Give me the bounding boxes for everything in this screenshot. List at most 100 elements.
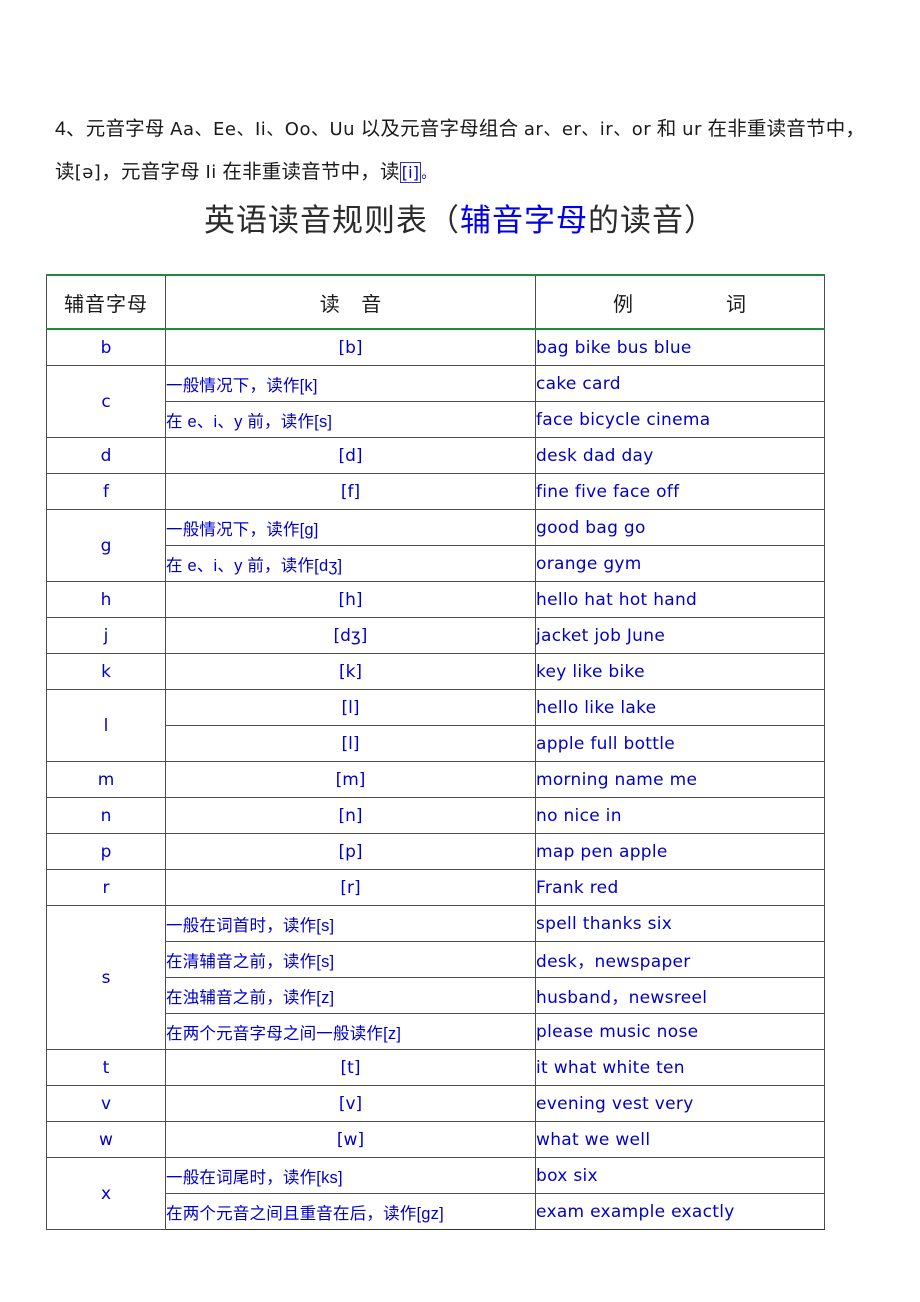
letter-cell-m: m <box>46 761 166 798</box>
intro-text-f: 在非重读音节中，读 <box>216 160 400 183</box>
rule-cell: 一般情况下，读作[g] <box>165 509 536 546</box>
ipa-cell: [l] <box>165 689 536 726</box>
intro-ipa-i-highlight: [i] <box>399 161 422 183</box>
rule-cell: 在清辅音之前，读作[s] <box>165 941 536 978</box>
example-words-cell: exam example exactly <box>535 1193 825 1230</box>
letter-cell-j: j <box>46 617 166 654</box>
example-words-cell: jacket job June <box>535 617 825 654</box>
example-words-cell: orange gym <box>535 545 825 582</box>
table-row: p [p] map pen apple <box>46 833 825 870</box>
letter-cell-r: r <box>46 869 166 906</box>
ipa-cell: [t] <box>165 1049 536 1086</box>
table-row: l [l] hello like lake <box>46 689 825 762</box>
letter-cell-b: b <box>46 328 166 366</box>
letter-cell-t: t <box>46 1049 166 1086</box>
example-words-cell: key like bike <box>535 653 825 690</box>
intro-text-b: 以及元音字母组合 <box>355 117 524 140</box>
table-row: b [b] bag bike bus blue <box>46 328 825 366</box>
intro-vowel-combos: ar、er、ir、or <box>523 118 652 140</box>
letter-cell-p: p <box>46 833 166 870</box>
example-words-cell: hello hat hot hand <box>535 581 825 618</box>
table-row: r [r] Frank red <box>46 869 825 906</box>
example-words-cell: what we well <box>535 1121 825 1158</box>
title-suffix: 的读音） <box>588 202 716 238</box>
table-row: t [t] it what white ten <box>46 1049 825 1086</box>
ipa-cell: [d] <box>165 437 536 474</box>
table-header-row: 辅音字母 读 音 例词 <box>46 274 825 330</box>
letter-cell-v: v <box>46 1085 166 1122</box>
rule-cell: 在 e、i、y 前，读作[s] <box>165 401 536 438</box>
intro-text-c: 和 <box>651 117 683 140</box>
letter-cell-d: d <box>46 437 166 474</box>
example-words-cell: spell thanks six <box>535 905 825 942</box>
letter-cell-x: x <box>46 1157 166 1230</box>
table-row: s 一般在词首时，读作[s] spell thanks six <box>46 905 825 1050</box>
table-row: f [f] fine five face off <box>46 473 825 510</box>
ipa-cell: [p] <box>165 833 536 870</box>
example-words-cell: fine five face off <box>535 473 825 510</box>
letter-cell-f: f <box>46 473 166 510</box>
rule-cell: 在两个元音之间且重音在后，读作[gz] <box>165 1193 536 1230</box>
rule-cell: 在两个元音字母之间一般读作[z] <box>165 1013 536 1050</box>
table-row: k [k] key like bike <box>46 653 825 690</box>
table-row: d [d] desk dad day <box>46 437 825 474</box>
letter-cell-h: h <box>46 581 166 618</box>
ipa-cell: [k] <box>165 653 536 690</box>
ipa-cell: [f] <box>165 473 536 510</box>
example-words-cell: husband，newsreel <box>535 977 825 1014</box>
pronunciation-rules-table: 辅音字母 读 音 例词 b [b] bag bike bus blue c 一般情况下，… <box>46 274 825 1230</box>
letter-cell-s: s <box>46 905 166 1050</box>
rule-cell: 一般情况下，读作[k] <box>165 365 536 402</box>
rule-cell: 在浊辅音之前，读作[z] <box>165 977 536 1014</box>
intro-vowel-letters: Aa、Ee、Ii、Oo、Uu <box>170 118 356 140</box>
letter-cell-l: l <box>46 689 166 762</box>
letter-cell-g: g <box>46 509 166 582</box>
table-row: c 一般情况下，读作[k] cake card <box>46 365 825 438</box>
table-body: b [b] bag bike bus blue c 一般情况下，读作[k] cake ca… <box>46 328 825 1230</box>
example-words-cell: desk dad day <box>535 437 825 474</box>
ipa-cell: [n] <box>165 797 536 834</box>
letter-cell-n: n <box>46 797 166 834</box>
example-words-cell: good bag go <box>535 509 825 546</box>
example-words-cell: desk，newspaper <box>535 941 825 978</box>
intro-combo-ur: ur <box>682 118 702 140</box>
example-words-cell: hello like lake <box>535 689 825 726</box>
example-words-cell: cake card <box>535 365 825 402</box>
intro-text-a: 4、元音字母 <box>55 117 171 140</box>
header-examples: 例词 <box>535 274 825 330</box>
example-words-cell: Frank red <box>535 869 825 906</box>
table-row: g 一般情况下，读作[g] good bag go <box>46 509 825 582</box>
table-row: j [dʒ] jacket job June <box>46 617 825 654</box>
table-row: x 一般在词尾时，读作[ks] box six <box>46 1157 825 1230</box>
title-highlight: 辅音字母 <box>460 202 588 238</box>
rule-cell: 在 e、i、y 前，读作[dʒ] <box>165 545 536 582</box>
intro-ipa-schwa: [ə] <box>74 161 102 183</box>
table-row: v [v] evening vest very <box>46 1085 825 1122</box>
ipa-cell: [r] <box>165 869 536 906</box>
example-words-cell: it what white ten <box>535 1049 825 1086</box>
example-words-cell: face bicycle cinema <box>535 401 825 438</box>
letter-cell-c: c <box>46 365 166 438</box>
table-row: h [h] hello hat hot hand <box>46 581 825 618</box>
header-pronunciation: 读 音 <box>165 274 536 330</box>
example-words-cell: box six <box>535 1157 825 1194</box>
example-words-cell: evening vest very <box>535 1085 825 1122</box>
title-prefix: 英语读音规则表（ <box>204 202 460 238</box>
ipa-cell: [b] <box>165 328 536 366</box>
ipa-cell: [l] <box>165 725 536 762</box>
rule-cell: 一般在词尾时，读作[ks] <box>165 1157 536 1194</box>
ipa-cell: [dʒ] <box>165 617 536 654</box>
example-words-cell: bag bike bus blue <box>535 328 825 366</box>
table-row: w [w] what we well <box>46 1121 825 1158</box>
table-row: n [n] no nice in <box>46 797 825 834</box>
intro-text-e: ，元音字母 <box>101 160 206 183</box>
page-title: 英语读音规则表（辅音字母的读音） <box>0 199 920 243</box>
example-words-cell: please music nose <box>535 1013 825 1050</box>
example-words-cell: map pen apple <box>535 833 825 870</box>
ipa-cell: [w] <box>165 1121 536 1158</box>
intro-period: 。 <box>421 164 436 181</box>
header-consonant-letter: 辅音字母 <box>46 274 166 330</box>
letter-cell-w: w <box>46 1121 166 1158</box>
table-row: m [m] morning name me <box>46 761 825 798</box>
table-header: 辅音字母 读 音 例词 <box>46 274 825 330</box>
